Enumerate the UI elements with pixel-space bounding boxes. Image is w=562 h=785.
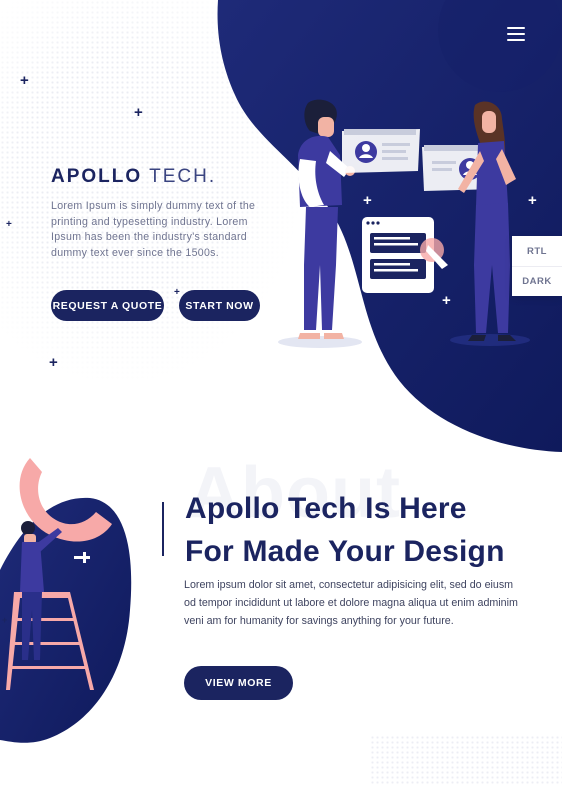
dark-mode-toggle[interactable]: DARK bbox=[512, 266, 562, 296]
world-map-background-bottom bbox=[370, 735, 562, 785]
about-description: Lorem ipsum dolor sit amet, consectetur … bbox=[184, 579, 518, 628]
plus-decor-icon: + bbox=[6, 219, 12, 230]
about-title-line2: For Made Your Design bbox=[185, 535, 505, 568]
hero-brand-title: APOLLO TECH. bbox=[51, 166, 216, 188]
brand-bold-text: APOLLO bbox=[51, 166, 143, 187]
view-more-button[interactable]: VIEW MORE bbox=[184, 666, 293, 700]
about-accent-bar bbox=[162, 502, 164, 556]
plus-decor-icon: + bbox=[134, 104, 143, 121]
request-quote-button[interactable]: REQUEST A QUOTE bbox=[51, 290, 164, 321]
about-title-line1: Apollo Tech Is Here bbox=[185, 492, 467, 525]
hero-description: Lorem Ipsum is simply dummy text of the … bbox=[51, 200, 256, 259]
start-now-button[interactable]: START NOW bbox=[179, 290, 260, 321]
about-title: Apollo Tech Is Here For Made Your Design bbox=[185, 487, 545, 573]
plus-decor-icon: + bbox=[20, 72, 29, 89]
plus-decor-icon: + bbox=[2, 615, 8, 625]
theme-switcher: RTL DARK bbox=[512, 236, 562, 296]
brand-light-text: TECH. bbox=[149, 166, 217, 187]
plus-decor-icon: + bbox=[174, 287, 180, 298]
plus-decor-icon: + bbox=[49, 354, 58, 371]
page: + + + + + + + + APOLLO TECH. Lorem Ipsum… bbox=[0, 0, 562, 785]
rtl-toggle[interactable]: RTL bbox=[512, 236, 562, 266]
man-on-ladder-icon bbox=[0, 458, 132, 743]
hamburger-menu-icon[interactable] bbox=[507, 27, 525, 41]
team-working-on-ui-icon bbox=[278, 99, 530, 348]
